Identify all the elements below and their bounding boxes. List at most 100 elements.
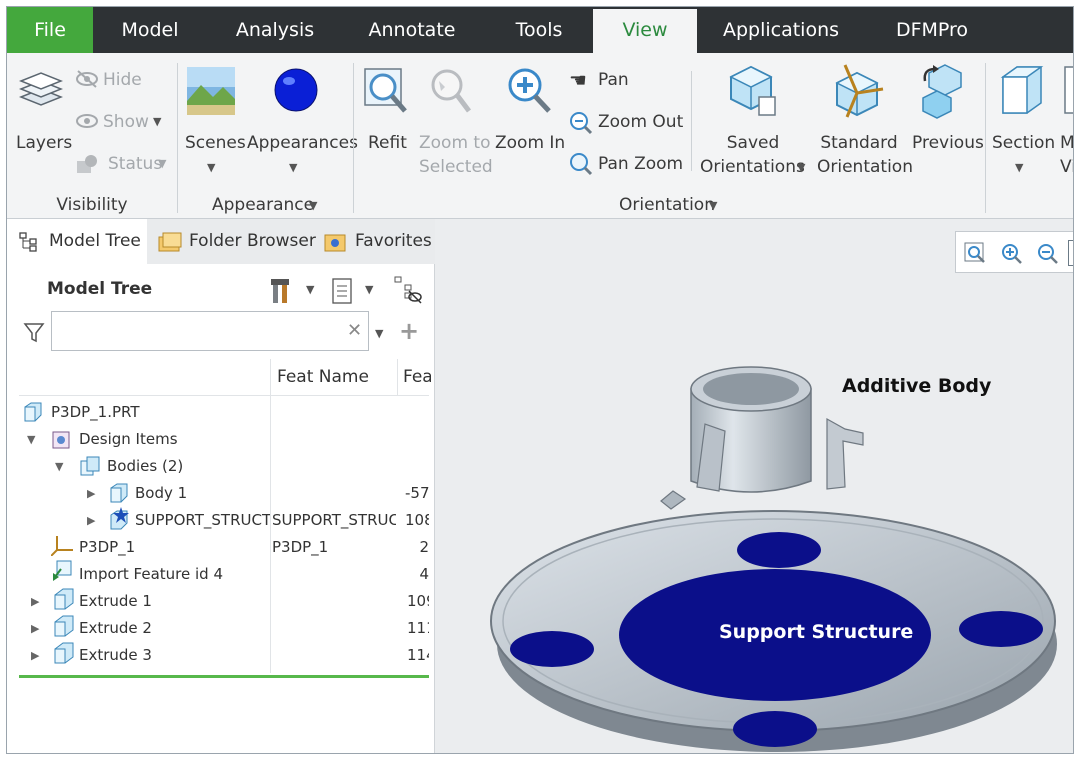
zoom-in-label: Zoom In — [495, 133, 566, 153]
tab-model[interactable]: Model — [103, 7, 197, 53]
scenes-icon — [187, 67, 235, 115]
collapse-icon[interactable]: ▼ — [27, 426, 35, 453]
model-tree-title: Model Tree — [47, 279, 153, 299]
standard-orientation-icon — [835, 64, 884, 118]
list-icon — [332, 278, 352, 304]
tree-item-id: 114 — [407, 646, 429, 664]
group-divider — [353, 63, 354, 213]
folder-icon — [158, 232, 182, 252]
column-header-feat-name[interactable]: Feat Name — [277, 359, 369, 395]
tab-analysis[interactable]: Analysis — [225, 7, 325, 53]
extrude-icon — [54, 642, 74, 664]
graphics-viewport[interactable]: Additive Body Support Structure — [435, 219, 1074, 754]
support-structure-label: Support Structure — [719, 621, 914, 643]
add-icon[interactable]: + — [399, 317, 419, 345]
rib — [660, 490, 687, 510]
tab-model-tree[interactable]: Model Tree — [7, 219, 147, 264]
section-icon — [1000, 66, 1044, 114]
coordinate-system-icon — [51, 536, 73, 556]
menu-bar: File Model Analysis Annotate Tools View … — [7, 7, 1073, 53]
group-divider — [985, 63, 986, 213]
tab-file[interactable]: File — [7, 7, 93, 53]
tab-view[interactable]: View — [593, 9, 697, 53]
hand-icon: ☚ — [569, 68, 587, 92]
tree-item-label: Import Feature id 4 — [79, 565, 224, 583]
support-pad — [737, 532, 821, 568]
tree-item-label: Extrude 3 — [79, 646, 152, 664]
status-label: Status — [108, 154, 163, 174]
tab-tools[interactable]: Tools — [499, 7, 579, 53]
standard-orientation-label-1: Standard — [820, 133, 898, 153]
eye-slash-icon — [76, 70, 98, 88]
tree-item-id: 108 — [405, 511, 429, 529]
tree-item-id: 109 — [407, 592, 429, 610]
manage-views-label-2: Vi — [1060, 157, 1073, 177]
tree-item-id: 4 — [419, 565, 429, 583]
saved-orientations-label-2: Orientations — [700, 157, 805, 177]
chevron-down-icon: ▼ — [289, 161, 298, 174]
chevron-down-icon: ▼ — [309, 199, 318, 212]
model-tree-panel: Model Tree Folder Browser Favorites Mode… — [7, 219, 435, 753]
extrude-icon — [54, 615, 74, 637]
layers-icon — [18, 72, 63, 106]
eye-icon — [76, 114, 98, 128]
zoom-out-label: Zoom Out — [598, 112, 684, 132]
pan-zoom-icon — [570, 153, 593, 176]
collapse-icon[interactable]: ▼ — [55, 453, 63, 480]
tree-item-id: 111 — [407, 619, 429, 637]
chevron-down-icon: ▼ — [797, 161, 806, 174]
panel-tabs: Model Tree Folder Browser Favorites — [7, 219, 435, 264]
refit-label: Refit — [368, 133, 407, 153]
zoom-to-selected-icon — [431, 69, 471, 113]
tree-item-label: P3DP_1.PRT — [51, 403, 140, 421]
pan-label: Pan — [598, 70, 629, 90]
tab-dfmpro[interactable]: DFMPro — [879, 7, 985, 53]
clear-icon[interactable]: ✕ — [347, 320, 362, 341]
model-tree-icon — [19, 232, 37, 252]
column-divider — [397, 359, 398, 395]
support-structure-icon — [110, 507, 129, 530]
search-input[interactable] — [51, 311, 369, 351]
tree-item-label: P3DP_1 — [79, 538, 136, 556]
extrude-icon — [54, 588, 74, 610]
pan-zoom-label: Pan Zoom — [598, 154, 684, 174]
tools-icon — [271, 279, 289, 303]
tab-annotate[interactable]: Annotate — [359, 7, 465, 53]
filter-icon[interactable] — [23, 321, 45, 343]
column-divider — [270, 359, 271, 673]
expand-icon[interactable]: ▶ — [31, 615, 39, 642]
expand-icon[interactable]: ▶ — [31, 588, 39, 615]
zoom-out-icon — [570, 112, 593, 135]
support-pad — [959, 611, 1043, 647]
zoom-to-selected-label-2: Selected — [419, 157, 493, 177]
rib — [826, 417, 864, 490]
hide-tree-items-icon[interactable] — [393, 275, 423, 305]
tree-item-feat-name: SUPPORT_STRUCTU — [272, 511, 396, 529]
refit-icon — [364, 68, 407, 113]
tree-item-label: Extrude 1 — [79, 592, 152, 610]
group-label-appearance: Appearance — [212, 195, 315, 215]
insert-indicator[interactable] — [19, 675, 429, 678]
tab-favorites[interactable]: Favorites — [319, 219, 435, 264]
part-icon — [24, 402, 42, 422]
zoom-in-icon — [508, 68, 551, 113]
saved-orientations-icon — [729, 65, 776, 116]
chevron-down-icon[interactable]: ▼ — [375, 327, 383, 340]
expand-icon[interactable]: ▶ — [87, 507, 95, 534]
additive-body-label: Additive Body — [842, 375, 992, 397]
model-3d[interactable] — [435, 219, 1074, 754]
column-header-feat-id[interactable]: Fea — [403, 359, 431, 395]
previous-label: Previous — [912, 133, 984, 153]
expand-icon[interactable]: ▶ — [31, 642, 39, 669]
tab-folder-browser[interactable]: Folder Browser — [153, 219, 316, 264]
boss-hole — [703, 373, 799, 405]
tree-item-label: Extrude 2 — [79, 619, 152, 637]
group-divider — [177, 63, 178, 213]
tab-applications[interactable]: Applications — [713, 7, 849, 53]
appearances-label: Appearances — [247, 133, 358, 153]
expand-icon[interactable]: ▶ — [87, 480, 95, 507]
hide-label: Hide — [103, 70, 142, 90]
divider — [691, 71, 692, 171]
previous-orientation-icon — [922, 64, 962, 119]
app-window: File Model Analysis Annotate Tools View … — [6, 6, 1074, 754]
